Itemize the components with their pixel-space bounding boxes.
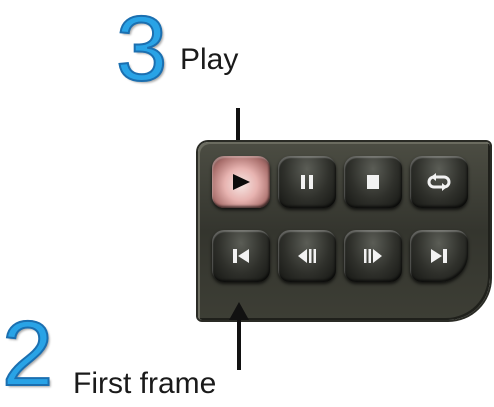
first-frame-icon: [233, 249, 249, 263]
pointer-arrow-first-frame: [229, 302, 249, 370]
step-number-3: 3: [115, 0, 168, 100]
first-frame-label: First frame: [73, 367, 217, 400]
first-frame-button[interactable]: [212, 230, 270, 282]
pause-icon: [301, 175, 313, 189]
loop-button[interactable]: [410, 156, 468, 208]
play-label: Play: [180, 43, 239, 76]
stop-icon: [367, 175, 379, 189]
pause-button[interactable]: [278, 156, 336, 208]
last-frame-button[interactable]: [410, 230, 468, 282]
step-number-2: 2: [1, 303, 54, 405]
loop-icon: [427, 173, 451, 191]
previous-frame-button[interactable]: [278, 230, 336, 282]
play-button[interactable]: [212, 156, 270, 208]
stop-button[interactable]: [344, 156, 402, 208]
next-frame-icon: [364, 249, 382, 263]
previous-frame-icon: [298, 249, 316, 263]
play-icon: [233, 174, 250, 190]
last-frame-icon: [431, 249, 447, 263]
next-frame-button[interactable]: [344, 230, 402, 282]
playback-control-panel: [198, 142, 490, 320]
